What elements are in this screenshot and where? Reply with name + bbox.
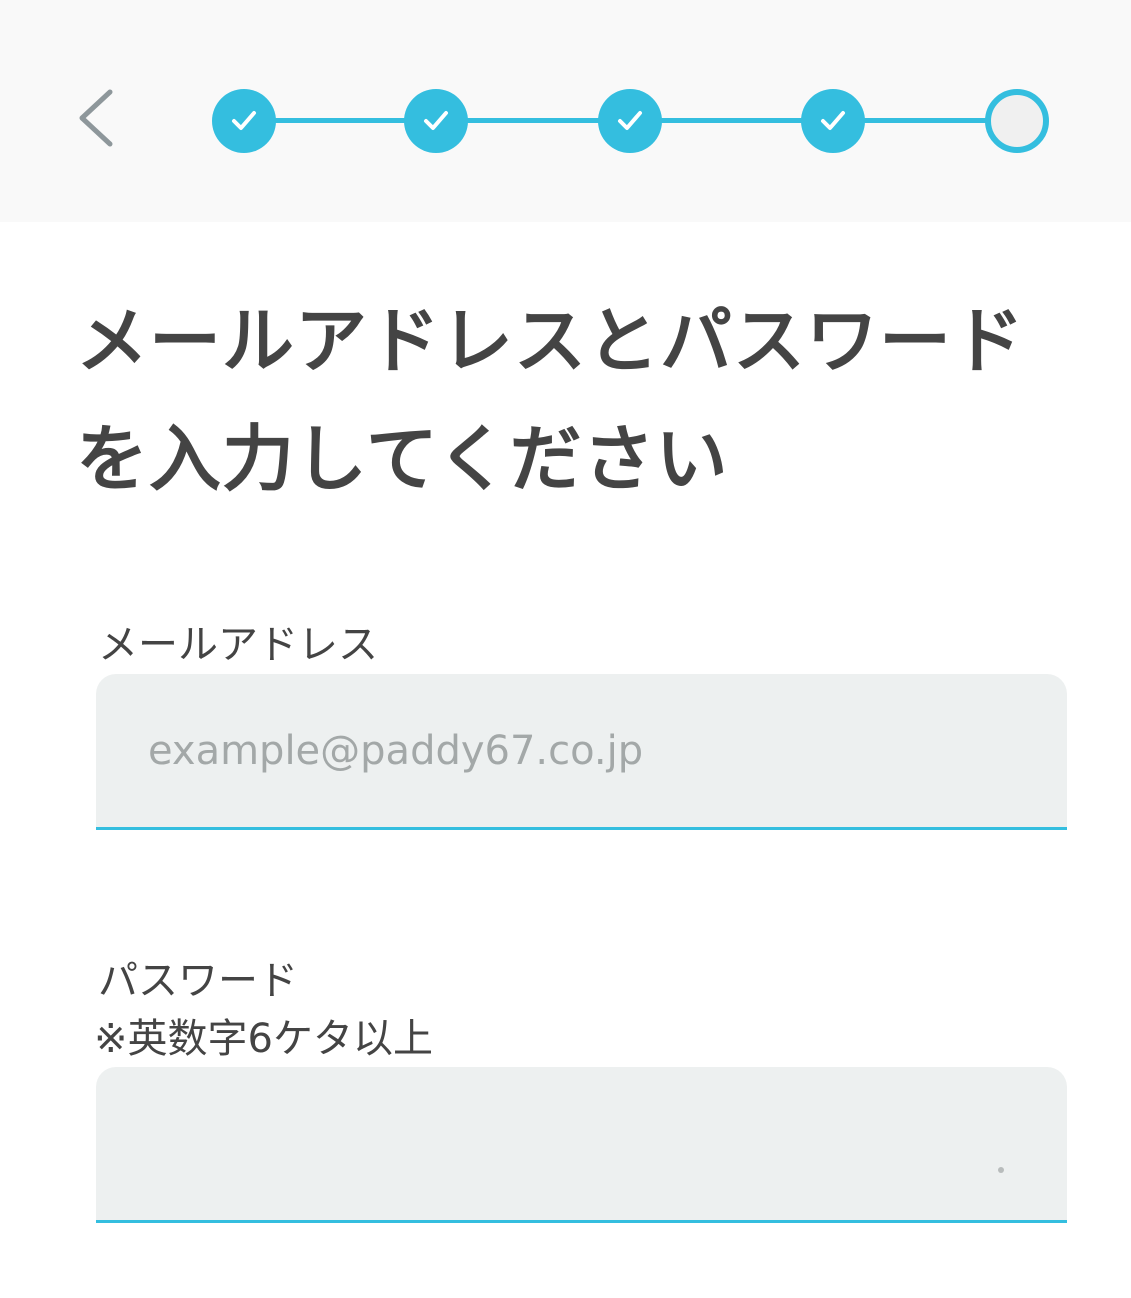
check-icon (232, 111, 256, 130)
password-field[interactable] (96, 1067, 1067, 1220)
page-title-line-2: を入力してください (76, 417, 729, 501)
password-requirement-note: ※英数字6ケタ以上 (94, 1016, 433, 1062)
page-title: メールアドレスとパスワード を入力してください (76, 282, 1076, 518)
page-title-line-1: メールアドレスとパスワード (76, 299, 1026, 383)
progress-stepper (0, 0, 1131, 222)
step-3-complete (598, 89, 662, 153)
check-icon (618, 111, 642, 130)
password-field-container (96, 1067, 1067, 1223)
header-bar (0, 0, 1131, 222)
email-field[interactable] (96, 674, 1067, 827)
step-5-current (985, 89, 1049, 153)
step-2-complete (404, 89, 468, 153)
check-icon (424, 111, 448, 130)
email-label: メールアドレス (98, 622, 378, 668)
email-field-container (96, 674, 1067, 830)
password-label: パスワード (98, 958, 298, 1004)
input-cursor-dot (998, 1167, 1004, 1173)
step-4-complete (801, 89, 865, 153)
check-icon (821, 111, 845, 130)
step-1-complete (212, 89, 276, 153)
